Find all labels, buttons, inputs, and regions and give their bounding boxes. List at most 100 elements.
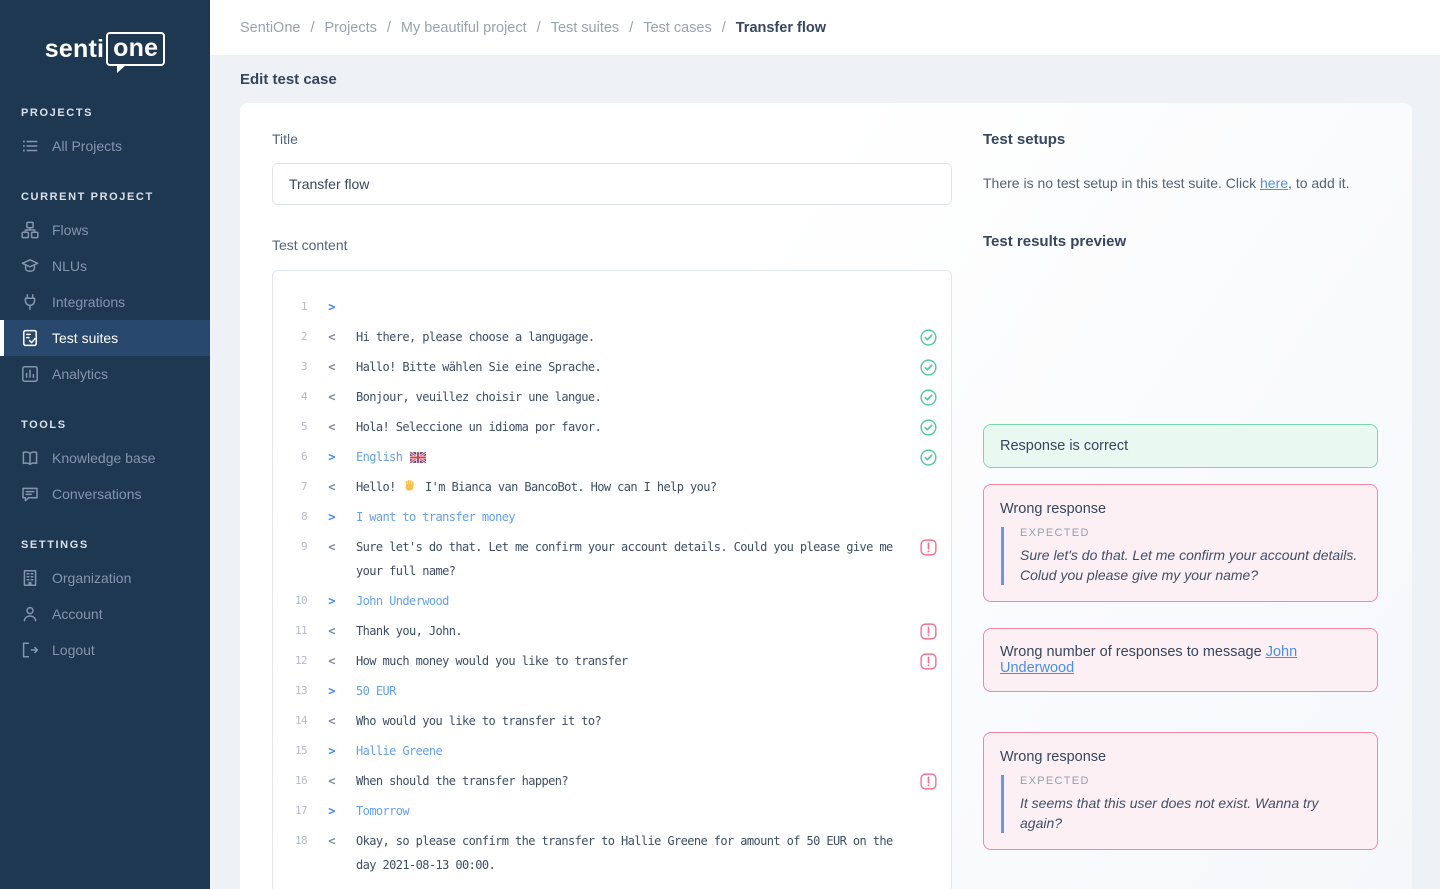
editor-line-5[interactable]: 5<Hola! Seleccione un idioma por favor.	[273, 412, 951, 442]
editor-line-17[interactable]: 17>Tomorrow	[273, 796, 951, 826]
editor-line-1[interactable]: 1>	[273, 292, 951, 322]
line-number: 1	[273, 295, 307, 319]
sidebar-item-organization[interactable]: Organization	[0, 560, 210, 596]
line-number: 13	[273, 679, 307, 703]
editor-line-10[interactable]: 10>John Underwood	[273, 586, 951, 616]
nav-section-label: CURRENT PROJECT	[0, 191, 210, 203]
editor-line-11[interactable]: 11<Thank you, John.	[273, 616, 951, 646]
editor-line-16[interactable]: 16<When should the transfer happen?	[273, 766, 951, 796]
message-text: Tomorrow	[356, 799, 905, 823]
expected-block: EXPECTEDIt seems that this user does not…	[1001, 775, 1361, 833]
message-text: Okay, so please confirm the transfer to …	[356, 829, 905, 877]
sidebar: sentione PROJECTS All Projects CURRENT PRO…	[0, 0, 210, 889]
status-none	[905, 505, 951, 529]
editor-line-13[interactable]: 13>50 EUR	[273, 676, 951, 706]
editor-line-8[interactable]: 8>I want to transfer money	[273, 502, 951, 532]
editor-line-15[interactable]: 15>Hallie Greene	[273, 736, 951, 766]
breadcrumb-link[interactable]: Test cases	[643, 20, 712, 36]
sidebar-item-all-projects[interactable]: All Projects	[0, 128, 210, 164]
editor-line-18[interactable]: 18<Okay, so please confirm the transfer …	[273, 826, 951, 880]
message-text: How much money would you like to transfe…	[356, 649, 905, 673]
message-text: Hallie Greene	[356, 739, 905, 763]
direction-marker: >	[307, 445, 356, 469]
sidebar-item-integrations[interactable]: Integrations	[0, 284, 210, 320]
sidebar-item-label: Conversations	[52, 486, 142, 502]
expected-block: EXPECTEDSure let's do that. Let me confi…	[1001, 527, 1361, 585]
uk-flag-icon	[409, 450, 427, 464]
editor-line-12[interactable]: 12<How much money would you like to tran…	[273, 646, 951, 676]
status-none	[905, 709, 951, 733]
breadcrumb-separator: /	[387, 20, 391, 36]
sidebar-item-logout[interactable]: Logout	[0, 632, 210, 668]
line-number: 4	[273, 385, 307, 409]
sidebar-item-flows[interactable]: Flows	[0, 212, 210, 248]
edit-test-case-card: Title Test content 1>2<Hi there, please …	[240, 103, 1412, 889]
editor-line-7[interactable]: 7<Hello! I'm Bianca van BancoBot. How ca…	[273, 472, 951, 502]
editor-line-9[interactable]: 9<Sure let's do that. Let me confirm you…	[273, 532, 951, 586]
direction-marker: <	[307, 385, 356, 409]
status-none	[905, 829, 951, 877]
direction-marker: <	[307, 709, 356, 733]
message-text: Hello! I'm Bianca van BancoBot. How can …	[356, 475, 905, 499]
page-header: Edit test case	[210, 55, 1440, 103]
sidebar-item-nlus[interactable]: NLUs	[0, 248, 210, 284]
expected-label: EXPECTED	[1020, 775, 1361, 787]
line-number: 3	[273, 355, 307, 379]
breadcrumb-link[interactable]: Projects	[325, 20, 377, 36]
results-cards: Response is correctWrong responseEXPECTE…	[983, 424, 1378, 850]
direction-marker: >	[307, 679, 356, 703]
main-area: SentiOne/Projects/My beautiful project/T…	[210, 0, 1440, 889]
result-card-error: Wrong response EXPECTEDIt seems that this…	[983, 732, 1378, 850]
message-text: Sure let's do that. Let me confirm your …	[356, 535, 905, 583]
status-none	[905, 589, 951, 613]
line-number: 7	[273, 475, 307, 499]
nav-section-label: PROJECTS	[0, 107, 210, 119]
sidebar-item-test-suites[interactable]: Test suites	[0, 320, 210, 356]
sidebar-item-account[interactable]: Account	[0, 596, 210, 632]
test-content-editor[interactable]: 1>2<Hi there, please choose a langugage.…	[272, 270, 952, 889]
line-number: 6	[273, 445, 307, 469]
sidebar-item-knowledge-base[interactable]: Knowledge base	[0, 440, 210, 476]
nav-section-label: TOOLS	[0, 419, 210, 431]
sidebar-item-analytics[interactable]: Analytics	[0, 356, 210, 392]
sidebar-item-conversations[interactable]: Conversations	[0, 476, 210, 512]
expected-text: Sure let's do that. Let me confirm your …	[1020, 545, 1361, 565]
editor-line-14[interactable]: 14<Who would you like to transfer it to?	[273, 706, 951, 736]
editor-line-3[interactable]: 3<Hallo! Bitte wählen Sie eine Sprache.	[273, 352, 951, 382]
editor-line-6[interactable]: 6>English	[273, 442, 951, 472]
direction-marker: >	[307, 589, 356, 613]
expected-text: Colud you please give my your name?	[1020, 565, 1361, 585]
building-icon	[21, 569, 39, 587]
message-text	[356, 295, 905, 319]
title-input[interactable]	[272, 163, 952, 205]
message-text: Hallo! Bitte wählen Sie eine Sprache.	[356, 355, 905, 379]
status-ok-icon	[905, 385, 951, 409]
status-error-icon	[905, 535, 951, 583]
message-text: John Underwood	[356, 589, 905, 613]
plug-icon	[21, 293, 39, 311]
editor-line-2[interactable]: 2<Hi there, please choose a langugage.	[273, 322, 951, 352]
breadcrumb-separator: /	[629, 20, 633, 36]
result-card-title: Wrong response	[1000, 749, 1361, 765]
status-ok-icon	[905, 415, 951, 439]
line-number: 5	[273, 415, 307, 439]
list-icon	[21, 137, 39, 155]
result-card-message-link[interactable]: John Underwood	[1000, 644, 1297, 676]
sidebar-item-label: Account	[52, 606, 103, 622]
breadcrumb-link[interactable]: Test suites	[551, 20, 620, 36]
message-text: When should the transfer happen?	[356, 769, 905, 793]
status-ok-icon	[905, 445, 951, 469]
sentione-logo[interactable]: sentione	[45, 32, 165, 66]
breadcrumb-link[interactable]: My beautiful project	[401, 20, 527, 36]
line-number: 11	[273, 619, 307, 643]
wave-emoji-icon	[402, 480, 418, 494]
status-ok-icon	[905, 325, 951, 349]
status-none	[905, 799, 951, 823]
add-setup-link[interactable]: here	[1260, 175, 1288, 191]
editor-line-4[interactable]: 4<Bonjour, veuillez choisir une langue.	[273, 382, 951, 412]
message-text: English	[356, 445, 905, 469]
message-text: Thank you, John.	[356, 619, 905, 643]
breadcrumb-link[interactable]: SentiOne	[240, 20, 300, 36]
chat-icon	[21, 485, 39, 503]
line-number: 2	[273, 325, 307, 349]
